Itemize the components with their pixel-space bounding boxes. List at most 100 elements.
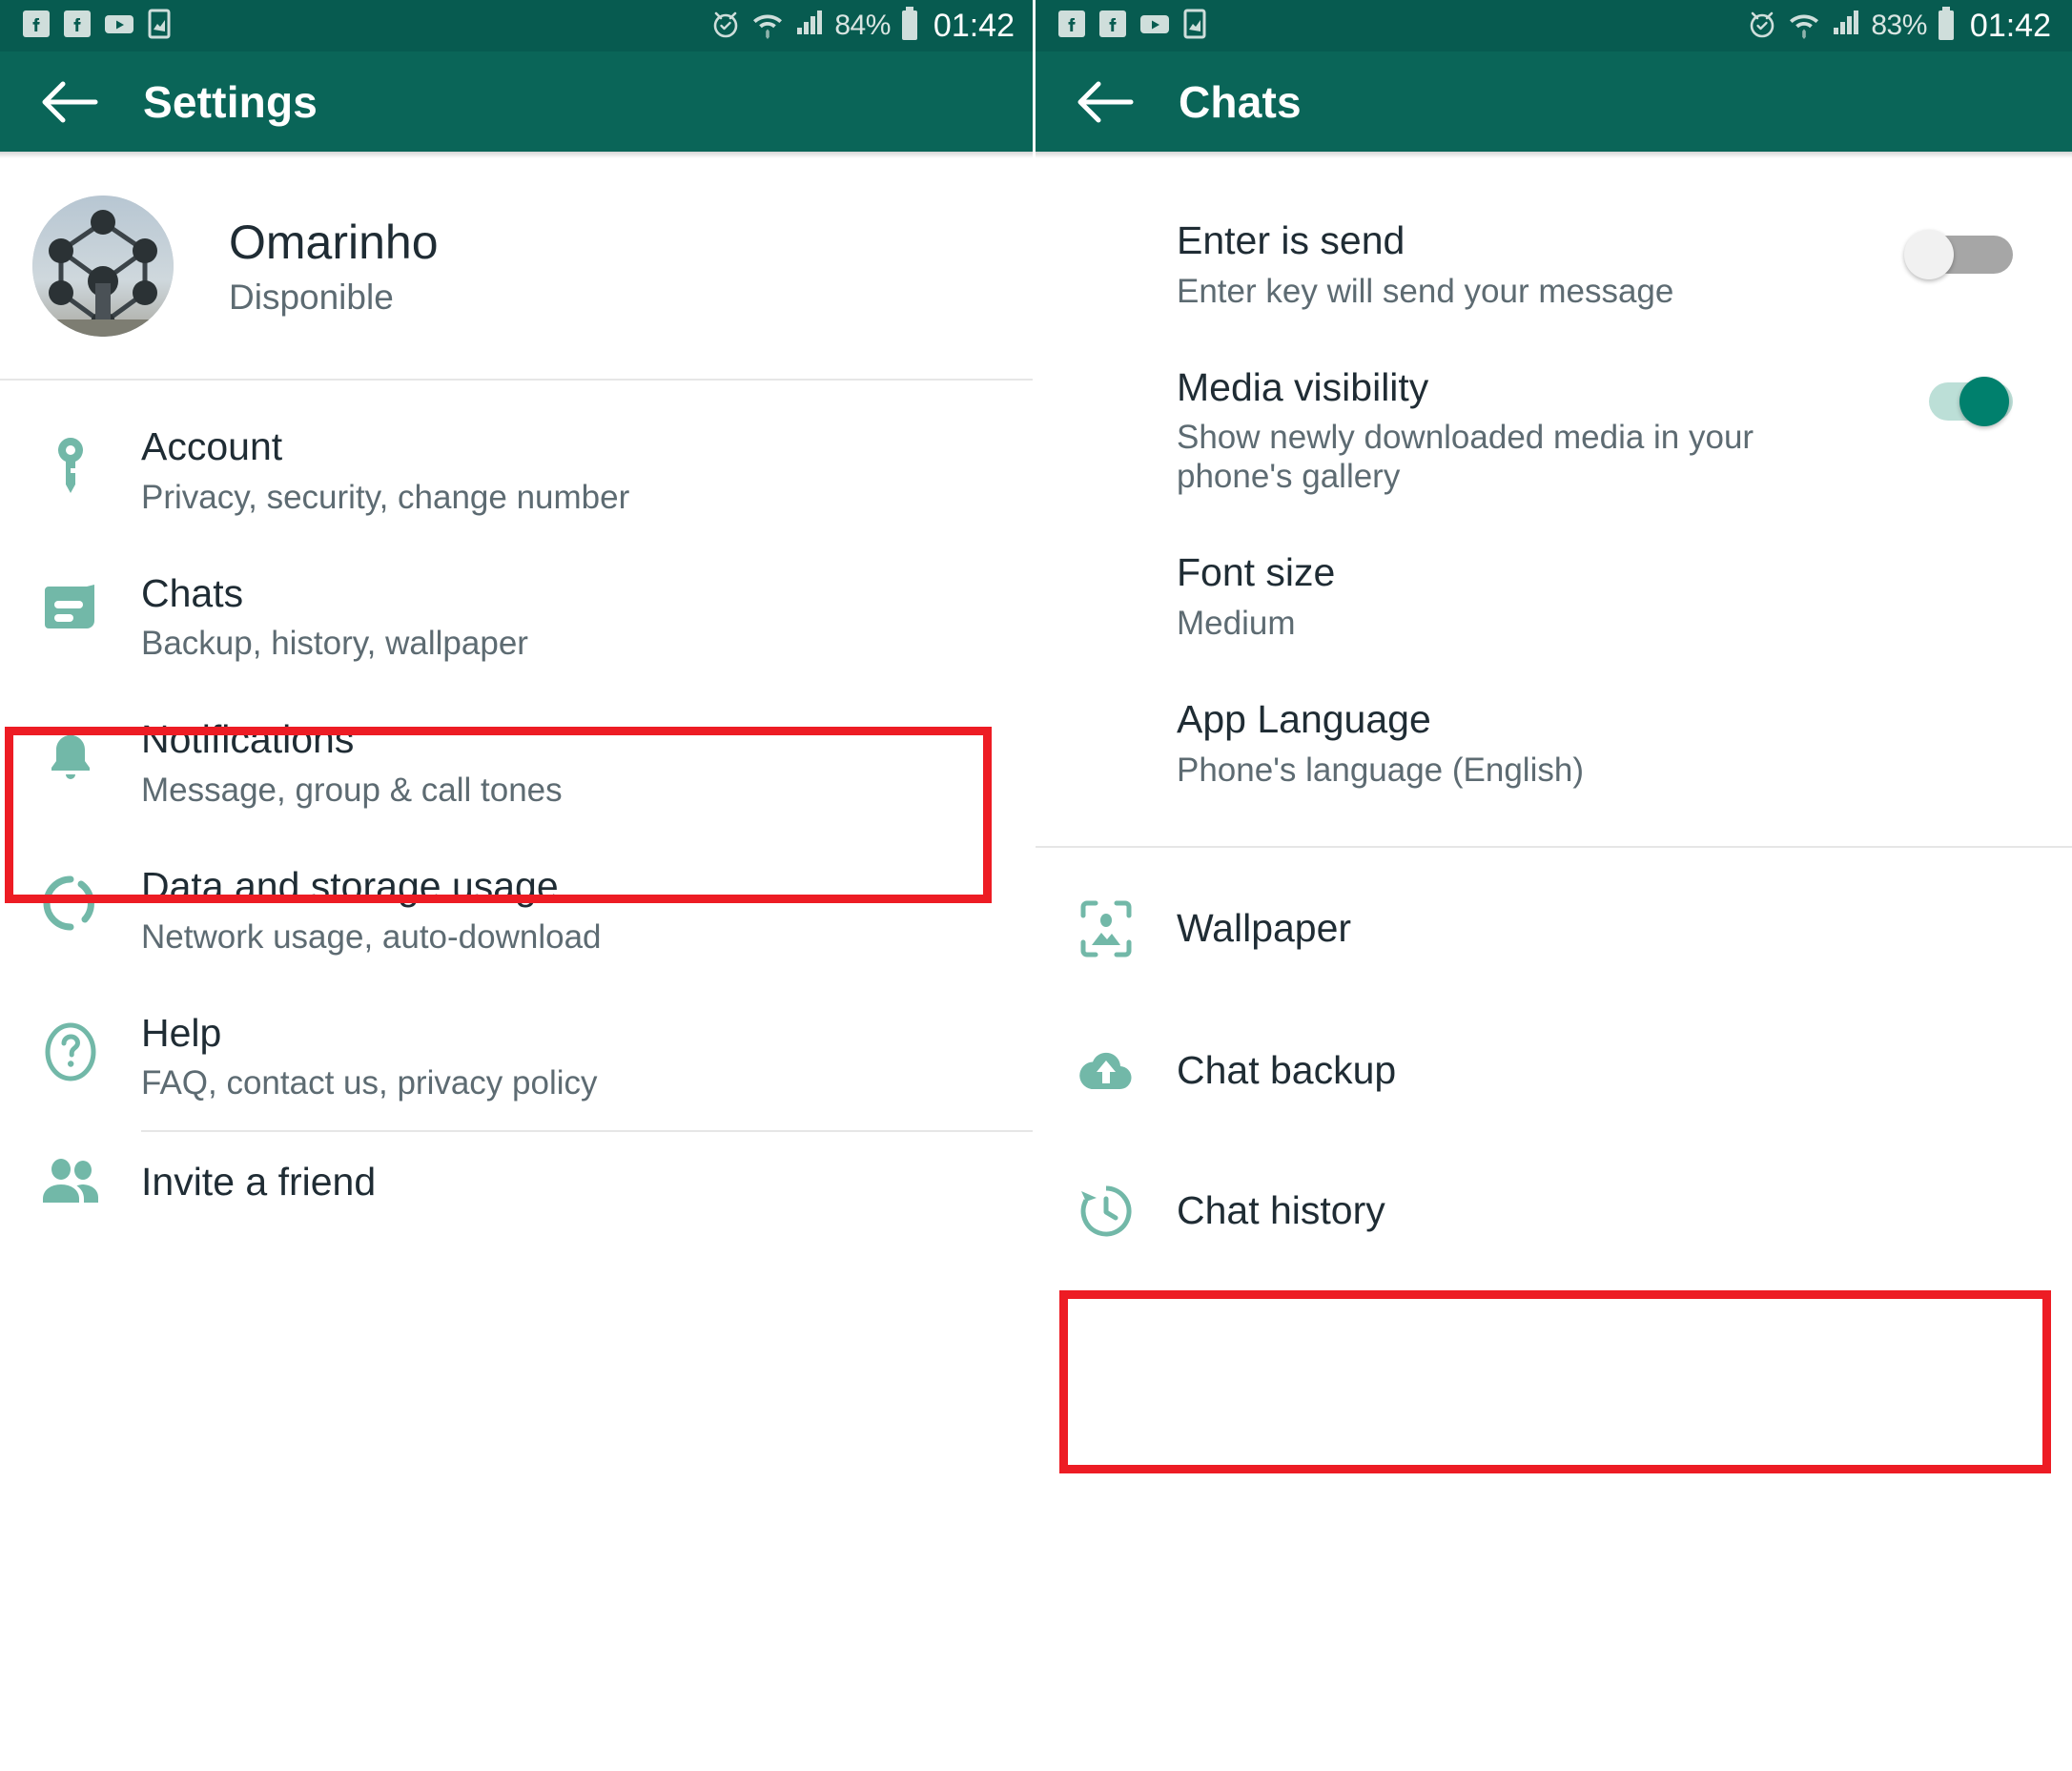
sidebar-item-notifications[interactable]: Notifications Message, group & call tone…: [0, 690, 1036, 837]
chat-bubble-icon: [0, 571, 141, 632]
chats-settings-list: Enter is send Enter key will send your m…: [1036, 152, 2072, 1283]
youtube-icon: [103, 9, 135, 44]
row-title: Data and storage usage: [141, 864, 559, 909]
status-system-icons: 84% 01:42: [709, 6, 1015, 47]
row-title: Notifications: [141, 717, 355, 762]
settings-screen: 84% 01:42 Settings Omarinho Disponible A…: [0, 0, 1036, 1771]
dual-screenshot-container: 84% 01:42 Settings Omarinho Disponible A…: [0, 0, 2072, 1771]
row-body: Notifications Message, group & call tone…: [141, 717, 591, 811]
row-body: Media visibility Show newly downloaded m…: [1177, 365, 1863, 498]
row-body: Wallpaper: [1177, 906, 1380, 951]
row-title: Font size: [1177, 550, 1336, 595]
row-title: Chat backup: [1177, 1048, 1397, 1093]
alarm-icon: [709, 8, 742, 45]
history-clock-icon: [1036, 1184, 1177, 1239]
status-system-icons: 83% 01:42: [1746, 6, 2051, 47]
row-subtitle: Enter key will send your message: [1177, 272, 1674, 310]
app-icon: [146, 9, 173, 44]
sidebar-item-data-storage[interactable]: Data and storage usage Network usage, au…: [0, 837, 1036, 984]
row-title: Chats: [141, 570, 244, 615]
enter-is-send-toggle[interactable]: [1904, 230, 2015, 279]
clock-right: 01:42: [1969, 8, 2051, 44]
help-circle-icon: [0, 1011, 141, 1081]
row-title: Account: [141, 424, 283, 468]
facebook-icon: [62, 9, 92, 44]
status-bar-right: 83% 01:42: [1036, 0, 2072, 51]
sidebar-item-account[interactable]: Account Privacy, security, change number: [0, 398, 1036, 545]
row-body: Enter is send Enter key will send your m…: [1177, 218, 1702, 312]
wifi-icon: [750, 8, 785, 45]
sidebar-item-help[interactable]: Help FAQ, contact us, privacy policy: [0, 984, 1036, 1131]
page-title: Chats: [1179, 76, 1302, 127]
row-body: App Language Phone's language (English): [1177, 697, 1612, 791]
action-chat-history[interactable]: Chat history: [1036, 1140, 2072, 1283]
page-title: Settings: [143, 76, 318, 127]
sidebar-item-chats[interactable]: Chats Backup, history, wallpaper: [0, 545, 1036, 691]
action-chat-backup[interactable]: Chat backup: [1036, 1002, 2072, 1140]
setting-app-language[interactable]: App Language Phone's language (English): [1036, 670, 2072, 817]
profile-name: Omarinho: [229, 215, 439, 269]
battery-icon: [899, 6, 920, 47]
row-body: Chat history: [1177, 1188, 1414, 1233]
row-body: Chats Backup, history, wallpaper: [141, 571, 557, 665]
facebook-icon: [1057, 9, 1087, 44]
row-title: Media visibility: [1177, 364, 1429, 409]
data-usage-icon: [0, 864, 141, 931]
media-visibility-toggle[interactable]: [1908, 376, 2015, 426]
row-title: Help: [141, 1010, 222, 1055]
facebook-icon: [1098, 9, 1128, 44]
battery-percent-right: 83%: [1871, 10, 1927, 41]
row-title: Enter is send: [1177, 218, 1405, 262]
back-arrow-icon[interactable]: [1072, 69, 1139, 135]
signal-icon: [1830, 8, 1862, 45]
row-subtitle: Medium: [1177, 605, 1296, 643]
setting-font-size[interactable]: Font size Medium: [1036, 524, 2072, 670]
status-bar-left: 84% 01:42: [0, 0, 1036, 51]
profile-text: Omarinho Disponible: [229, 216, 439, 317]
row-subtitle: Privacy, security, change number: [141, 478, 630, 516]
battery-percent-left: 84%: [834, 10, 891, 41]
profile-row[interactable]: Omarinho Disponible: [0, 152, 1036, 379]
row-subtitle: FAQ, contact us, privacy policy: [141, 1064, 598, 1102]
action-wallpaper[interactable]: Wallpaper: [1036, 848, 2072, 1002]
alarm-icon: [1746, 8, 1778, 45]
status-notification-icons: [21, 9, 173, 44]
screen-separator: [1033, 0, 1036, 1771]
key-icon: [0, 424, 141, 495]
setting-enter-is-send[interactable]: Enter is send Enter key will send your m…: [1036, 192, 2072, 339]
avatar[interactable]: [32, 196, 174, 337]
signal-icon: [793, 8, 826, 45]
settings-app-bar: Settings: [0, 51, 1036, 158]
sidebar-item-invite-friend[interactable]: Invite a friend: [0, 1132, 1036, 1231]
wifi-icon: [1787, 8, 1821, 45]
setting-media-visibility[interactable]: Media visibility Show newly downloaded m…: [1036, 339, 2072, 525]
bell-icon: [0, 717, 141, 784]
row-title: Invite a friend: [141, 1159, 377, 1204]
row-title: Chat history: [1177, 1188, 1385, 1233]
status-notification-icons: [1057, 9, 1208, 44]
back-arrow-icon[interactable]: [36, 69, 103, 135]
toggle-knob: [1904, 230, 1954, 279]
row-subtitle: Phone's language (English): [1177, 751, 1584, 789]
youtube-icon: [1139, 9, 1171, 44]
row-subtitle: Show newly downloaded media in your phon…: [1177, 419, 1754, 496]
row-title: App Language: [1177, 696, 1431, 741]
people-icon: [0, 1159, 141, 1205]
row-body: Chat backup: [1177, 1048, 1425, 1093]
settings-list: Account Privacy, security, change number…: [0, 381, 1036, 1231]
profile-status: Disponible: [229, 277, 394, 317]
highlight-box-chat-backup: [1059, 1290, 2051, 1473]
chats-app-bar: Chats: [1036, 51, 2072, 158]
battery-icon: [1936, 6, 1957, 47]
cloud-upload-icon: [1036, 1046, 1177, 1096]
row-subtitle: Network usage, auto-download: [141, 917, 602, 956]
row-body: Invite a friend: [141, 1160, 404, 1205]
clock-left: 01:42: [933, 8, 1015, 44]
app-icon: [1181, 9, 1208, 44]
toggle-knob: [1959, 376, 2009, 426]
chats-screen: 83% 01:42 Chats Enter is send Enter key …: [1036, 0, 2072, 1771]
row-subtitle: Message, group & call tones: [141, 772, 563, 810]
row-body: Font size Medium: [1177, 550, 1364, 644]
row-body: Help FAQ, contact us, privacy policy: [141, 1011, 626, 1104]
row-title: Wallpaper: [1177, 906, 1352, 951]
